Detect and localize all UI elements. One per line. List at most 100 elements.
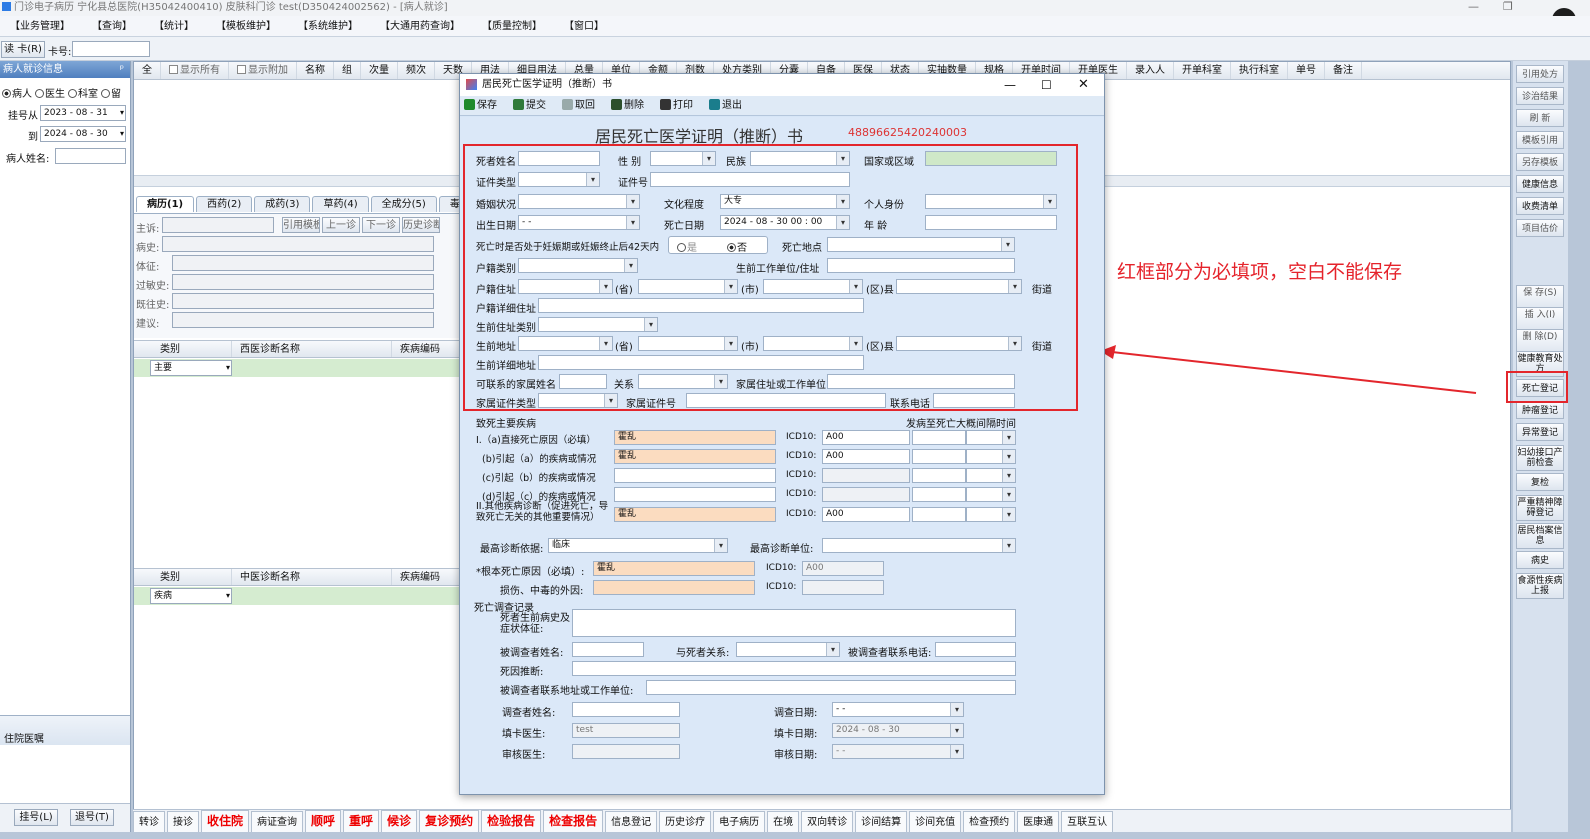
inference-input[interactable]	[572, 661, 1016, 676]
grid-col-header[interactable]: 次量	[361, 62, 398, 79]
interval-unit-select[interactable]	[966, 430, 1016, 445]
bottom-button[interactable]: 历史诊疗	[659, 811, 712, 832]
bottom-button[interactable]: 互联互认	[1061, 811, 1114, 832]
chevron-down-icon[interactable]: ▾	[226, 361, 230, 375]
dialog-tool-button[interactable]: 提交	[513, 96, 554, 116]
phone-input[interactable]	[933, 393, 1015, 408]
hukou-detail-input[interactable]	[538, 298, 864, 313]
grid-col-header[interactable]: 执行科室	[1231, 62, 1288, 79]
live-province[interactable]	[518, 336, 613, 351]
identity-select[interactable]	[925, 194, 1057, 209]
live-district[interactable]	[763, 336, 863, 351]
right-button[interactable]: 收费清单	[1516, 197, 1564, 215]
icd-input[interactable]	[822, 468, 910, 483]
death-place-select[interactable]	[827, 237, 1015, 252]
resp-rel-select[interactable]	[736, 642, 840, 657]
record-action-button[interactable]: 下一诊	[362, 217, 400, 233]
hukou-city[interactable]	[638, 279, 738, 294]
bottom-button[interactable]: 信息登记	[605, 811, 658, 832]
right-button[interactable]: 复检	[1516, 473, 1564, 491]
right-button[interactable]: 健康信息	[1516, 175, 1564, 193]
record-tab[interactable]: 草药(4)	[312, 196, 369, 212]
right-button[interactable]: 另存模板	[1516, 153, 1564, 171]
diag-col-header[interactable]: 类别	[152, 341, 232, 357]
grid-col-header[interactable]: 录入人	[1127, 62, 1174, 79]
bottom-button[interactable]: 转诊	[133, 811, 165, 832]
record-action-button[interactable]: 上一诊	[322, 217, 360, 233]
resp-name-input[interactable]	[572, 642, 644, 657]
minimize-icon[interactable]: —	[1004, 74, 1016, 96]
bottom-button[interactable]: 检查报告	[543, 810, 604, 832]
unit-select[interactable]	[822, 538, 1016, 553]
work-unit-input[interactable]	[827, 258, 1015, 273]
chevron-down-icon[interactable]: ▾	[120, 106, 124, 120]
injury-icd-input[interactable]	[802, 580, 884, 595]
reg-from-date[interactable]: 2023 - 08 - 31 ▾	[40, 105, 126, 121]
icd-input[interactable]	[822, 487, 910, 502]
filter-radio[interactable]: 科室	[68, 89, 98, 100]
grid-col-header[interactable]: 名称	[297, 62, 334, 79]
age-input[interactable]	[925, 215, 1057, 230]
hukou-district[interactable]	[763, 279, 863, 294]
pregnant-no-radio[interactable]: 否	[727, 239, 747, 254]
close-icon[interactable]: ✕	[1078, 74, 1089, 96]
record-tab[interactable]: 西药(2)	[196, 196, 253, 212]
live-detail-input[interactable]	[538, 355, 864, 370]
radio-icon[interactable]	[677, 243, 686, 252]
interval-input[interactable]	[912, 430, 966, 445]
filter-radio[interactable]: 医生	[35, 89, 65, 100]
record-tab[interactable]: 成药(3)	[254, 196, 311, 212]
dialog-tool-button[interactable]: 保存	[464, 96, 505, 116]
hukou-province[interactable]	[518, 279, 613, 294]
menu-item[interactable]: 【窗口】	[554, 16, 616, 37]
checkbox-icon[interactable]	[237, 65, 246, 74]
family-idtype-select[interactable]	[538, 393, 618, 408]
birth-date-input[interactable]: - -	[518, 215, 640, 230]
diag-col-header[interactable]: 疾病编码	[392, 569, 462, 585]
bottom-button[interactable]: 病证查询	[251, 811, 304, 832]
diag-col-header[interactable]: 中医诊断名称	[232, 569, 392, 585]
id-type-select[interactable]	[518, 172, 600, 187]
register-button[interactable]: 挂号(L)	[14, 809, 58, 826]
record-field-input[interactable]	[172, 312, 434, 328]
record-field-input[interactable]	[172, 293, 434, 309]
cause-input[interactable]	[614, 468, 776, 483]
interval-unit-select[interactable]	[966, 487, 1016, 502]
right-button[interactable]: 引用处方	[1516, 65, 1564, 83]
west-category-select[interactable]: 主要 ▾	[150, 360, 232, 376]
injury-input[interactable]	[593, 580, 755, 595]
root-icd-input[interactable]: A00	[802, 561, 884, 576]
right-button[interactable]: 病史	[1516, 551, 1564, 569]
record-action-button[interactable]: 历史诊断	[402, 217, 440, 233]
cause-input[interactable]: 霍乱	[614, 449, 776, 464]
bottom-button[interactable]: 候诊	[381, 810, 418, 832]
inv-date-input[interactable]: - -	[832, 702, 964, 717]
education-select[interactable]: 大专	[720, 194, 850, 209]
live-type-select[interactable]	[538, 317, 658, 332]
diag-col-header[interactable]: 类别	[152, 569, 232, 585]
right-button[interactable]: 严重精神障碍登记	[1516, 495, 1564, 521]
show-extra-checkbox[interactable]: 显示附加	[229, 62, 297, 79]
bottom-button[interactable]: 复诊预约	[419, 810, 480, 832]
bottom-button[interactable]: 收住院	[201, 810, 250, 832]
show-all-checkbox[interactable]: 显示所有	[161, 62, 229, 79]
root-cause-input[interactable]: 霍乱	[593, 561, 755, 576]
read-card-button[interactable]: 读 卡(R)	[1, 41, 45, 58]
menu-item[interactable]: 【系统维护】	[288, 16, 370, 37]
chevron-down-icon[interactable]: ▾	[120, 127, 124, 141]
menu-item[interactable]: 【业务管理】	[0, 16, 82, 37]
right-button[interactable]: 刷 新	[1516, 109, 1564, 127]
review-date-input[interactable]: - -	[832, 744, 964, 759]
bottom-button[interactable]: 双向转诊	[801, 811, 854, 832]
relation-select[interactable]	[638, 374, 728, 389]
filter-radio[interactable]: 留	[101, 89, 121, 100]
name-input[interactable]	[518, 151, 600, 166]
dialog-tool-button[interactable]: 删除	[611, 96, 652, 116]
bottom-button[interactable]: 诊间充值	[909, 811, 962, 832]
west-diagnosis-row[interactable]: 主要 ▾	[134, 359, 464, 377]
interval-input[interactable]	[912, 487, 966, 502]
dialog-tool-button[interactable]: 退出	[709, 96, 750, 116]
pregnant-yes-radio[interactable]: 是	[677, 239, 697, 254]
fill-doc-input[interactable]: test	[572, 723, 680, 738]
right-button[interactable]: 模板引用	[1516, 131, 1564, 149]
